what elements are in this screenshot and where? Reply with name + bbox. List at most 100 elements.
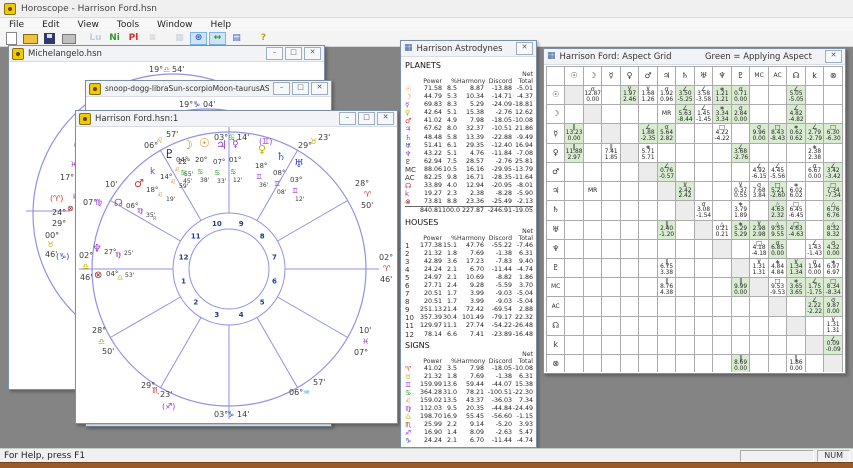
grid-col-header: ☊	[786, 66, 806, 86]
aspect-cell	[675, 200, 695, 221]
aspect-grid-title-bar[interactable]: ▦ Harrison Ford: Aspect Grid Green = App…	[544, 49, 845, 65]
menu-view[interactable]: View	[69, 20, 108, 30]
aspect-cell	[712, 334, 732, 356]
grid-col-header: k	[804, 66, 825, 86]
astro-row: ♍ 112.03 9.5 20.35 -44.84 -24.49	[405, 405, 533, 414]
restore-button[interactable]: □	[285, 47, 302, 60]
report-button[interactable]: ▤	[228, 32, 245, 45]
aspect-cell	[601, 219, 621, 240]
house-number: 1	[181, 278, 186, 286]
aspect-cell	[582, 334, 603, 356]
chart-ni-button[interactable]: Ni	[106, 32, 123, 45]
aspect-cell: ∠ 3.50 -5.25	[675, 84, 695, 106]
wheel-text: 08°	[273, 169, 285, 177]
restore-button[interactable]: □	[358, 112, 375, 125]
close-button[interactable]: ✕	[311, 82, 328, 95]
wheel-text: ♍	[95, 198, 102, 207]
aspect-cell	[749, 200, 769, 221]
chart-file-icon	[89, 82, 101, 95]
wheel-text: 38'	[200, 177, 210, 184]
wheel-text: ♏	[152, 386, 160, 395]
aspect-cell: σ 1.92 0.96	[656, 84, 677, 106]
aspect-cell	[675, 142, 695, 163]
aspect-cell: ∠ 1.88 -2.35	[638, 123, 658, 144]
aspect-grid-button[interactable]: ⊛	[190, 32, 207, 45]
michelangelo-title-bar[interactable]: Michelangelo.hsn – □ ✕	[9, 46, 324, 62]
aspect-cell	[675, 219, 695, 240]
aspect-cell	[675, 277, 695, 298]
close-button[interactable]: ✕	[516, 42, 533, 55]
wheel-text: 19°	[179, 100, 193, 109]
grid-row-header: ♃	[545, 181, 566, 202]
aspect-cell: ∠ 5.63 -8.44	[675, 104, 695, 125]
close-button[interactable]: ✕	[377, 112, 394, 125]
aspect-cell	[582, 123, 603, 144]
open-file-button[interactable]	[22, 32, 39, 45]
aspect-cell: ∗ 1.21 1.21	[712, 84, 732, 106]
grid-view-button[interactable]: ▦	[171, 32, 188, 45]
astro-row: ♄ 48.48 5.8 13.39 -22.88 -9.49	[405, 133, 533, 142]
house-number: 5	[260, 299, 265, 307]
astro-row: 7 20.51 1.7 3.99 -9.03 -5.04	[405, 290, 533, 299]
aspect-cell	[601, 257, 621, 279]
grid-col-header: MC	[749, 66, 769, 86]
aspect-cell	[730, 123, 751, 144]
wheel-text: 07°	[354, 348, 368, 357]
aspect-cell: σ 12.87 0.00	[582, 84, 603, 106]
astro-row: ♀ 42.64 5.1 15.38 -2.76 12.62	[405, 109, 533, 118]
help-button[interactable]: ?	[255, 32, 272, 45]
aspect-cell: ∠ 1.43 -1.43	[804, 238, 825, 259]
print-button[interactable]	[60, 32, 77, 45]
aspect-cell: △ 8.32 8.32	[823, 219, 843, 240]
snoop-title-bar[interactable]: snoop-dogg-libraSun-scorpioMoon-taurusAS…	[86, 81, 331, 97]
aspect-cell	[564, 334, 584, 356]
close-button[interactable]: ✕	[304, 47, 321, 60]
aspect-cell	[693, 123, 714, 144]
grid-row-header: ♇	[545, 257, 566, 279]
aspect-cell	[693, 161, 714, 183]
aspect-cell: △ 0.21 0.21	[712, 219, 732, 240]
aspect-cell: ∥ 8.69 0.00	[730, 354, 751, 372]
aspect-cell: ∥ 2.40 -1.20	[656, 219, 677, 240]
astro-row: ♂ 41.02 4.9 7.98 -18.05 -10.08	[405, 117, 533, 126]
minimize-button[interactable]: –	[273, 82, 290, 95]
astro-row: ♇ 62.94 7.5 28.57 -2.76 25.81	[405, 157, 533, 166]
chart-pl-icon: Pl	[128, 33, 139, 43]
wheel-text: ♇	[164, 147, 175, 161]
wheel-text: ♎	[82, 262, 89, 271]
harrison-title-bar[interactable]: Harrison Ford.hsn:1 – □ ✕	[76, 111, 397, 127]
aspect-cell	[730, 296, 751, 317]
chart-lu-button[interactable]: Lu	[87, 32, 104, 45]
aspect-cell	[638, 257, 658, 279]
aspect-cell: ∠ 5.05 -5.05	[786, 84, 806, 106]
menu-tools[interactable]: Tools	[108, 20, 148, 30]
grid-row-header: ♆	[545, 238, 566, 259]
save-file-button[interactable]	[41, 32, 58, 45]
minimize-button[interactable]: –	[266, 47, 283, 60]
menu-help[interactable]: Help	[202, 20, 241, 30]
main-title-bar[interactable]: Horoscope - Harrison Ford.hsn	[0, 0, 853, 18]
aspect-cell: □ 6.45 -6.45	[786, 200, 806, 221]
aspect-cell	[712, 257, 732, 279]
grid-col-header: ♃	[656, 66, 677, 86]
new-file-button[interactable]	[3, 32, 20, 45]
close-button[interactable]: ✕	[825, 50, 842, 63]
menu-window[interactable]: Window	[148, 20, 202, 30]
menu-edit[interactable]: Edit	[33, 20, 68, 30]
aspect-cell: ∠ 3.68 -2.76	[730, 142, 751, 163]
chart-pl-button[interactable]: Pl	[125, 32, 142, 45]
minimize-button[interactable]: –	[339, 112, 356, 125]
wheel-text: ⊗	[67, 204, 74, 213]
grid-row-header: ☿	[545, 123, 566, 144]
aspect-cell	[767, 142, 788, 163]
menu-file[interactable]: File	[0, 20, 33, 30]
aspect-cell	[638, 296, 658, 317]
chart-eq-button[interactable]: ≡	[144, 32, 161, 45]
astrodynes-title-bar[interactable]: ▦ Harrison Astrodynes ✕	[401, 41, 536, 57]
restore-button[interactable]: □	[292, 82, 309, 95]
astrodynes-button[interactable]: ↔	[209, 32, 226, 45]
wheel-text: 10'	[359, 326, 371, 335]
aspect-cell	[712, 238, 732, 259]
wheel-text: ♑	[193, 100, 200, 109]
wheel-text: ♂	[134, 177, 144, 190]
